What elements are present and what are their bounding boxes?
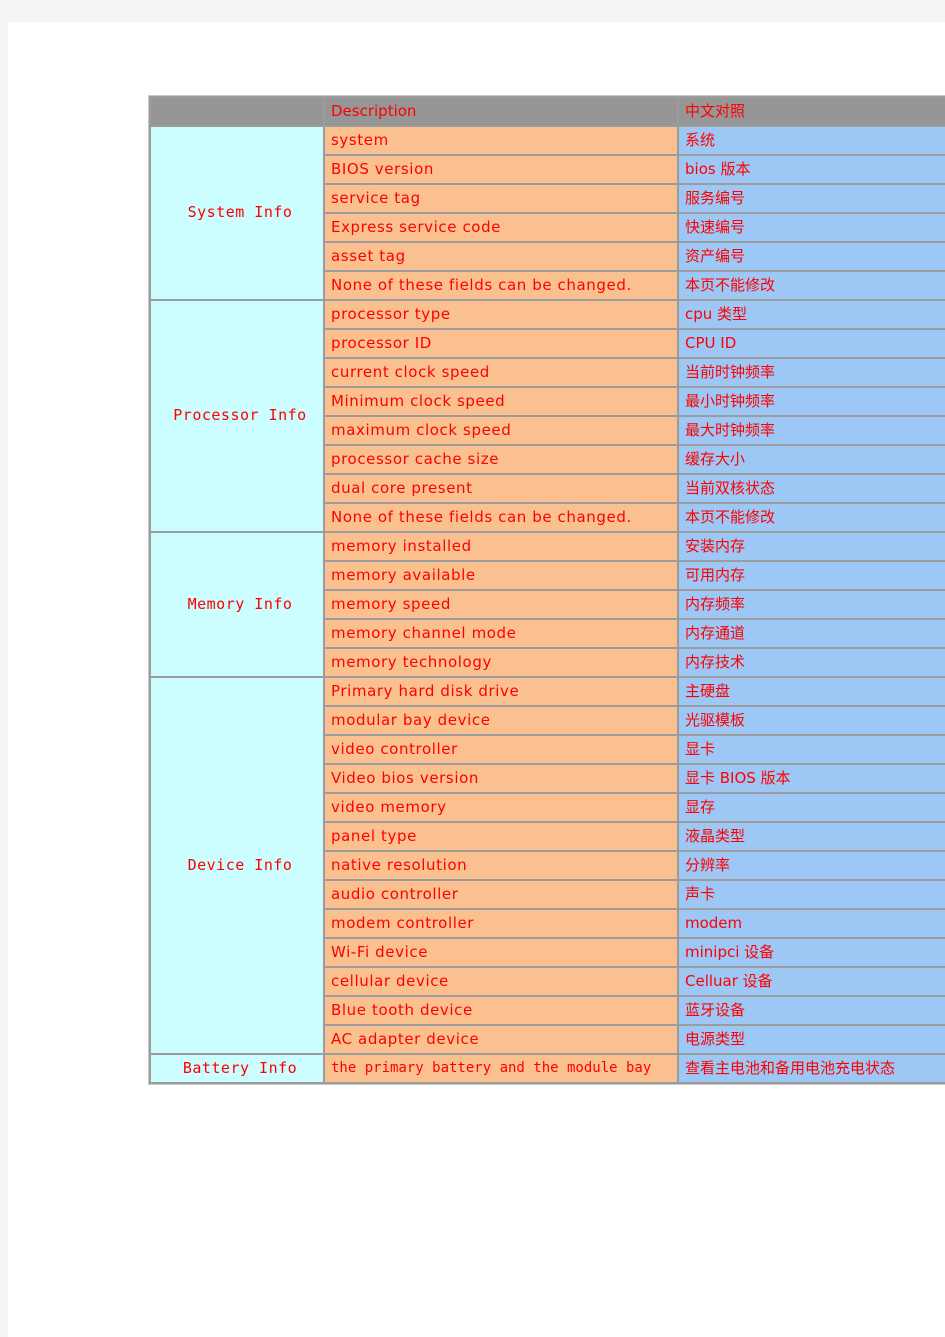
table-row: System Info system 系统 xyxy=(151,127,945,299)
table-row: Device Info Primary hard disk drive 主硬盘 xyxy=(151,678,945,1053)
chinese-cell: 安装内存 xyxy=(679,533,945,560)
description-cell: None of these fields can be changed. xyxy=(325,504,677,531)
chinese-cell: CPU ID xyxy=(679,330,945,357)
description-cell: Express service code xyxy=(325,214,677,241)
table-container: Description 中文对照 System Info system 系统 BIOS v… xyxy=(148,95,945,1085)
description-cell: maximum clock speed xyxy=(325,417,677,444)
chinese-cell: 资产编号 xyxy=(679,243,945,270)
chinese-cell: 最大时钟频率 xyxy=(679,417,945,444)
chinese-cell: 内存频率 xyxy=(679,591,945,618)
section-label-battery-info: Battery Info xyxy=(151,1055,323,1082)
chinese-cell: 显卡 xyxy=(679,736,945,763)
description-cell: memory technology xyxy=(325,649,677,676)
chinese-cell: 本页不能修改 xyxy=(679,504,945,531)
description-cell: Video bios version xyxy=(325,765,677,792)
description-cell: memory speed xyxy=(325,591,677,618)
header-cell-description: Description xyxy=(325,98,677,125)
chinese-cell: Celluar 设备 xyxy=(679,968,945,995)
description-cell: Wi-Fi device xyxy=(325,939,677,966)
description-cell: memory channel mode xyxy=(325,620,677,647)
chinese-cell: 蓝牙设备 xyxy=(679,997,945,1024)
description-cell: video memory xyxy=(325,794,677,821)
description-cell: None of these fields can be changed. xyxy=(325,272,677,299)
description-cell: processor cache size xyxy=(325,446,677,473)
chinese-cell: 显卡 BIOS 版本 xyxy=(679,765,945,792)
chinese-cell: 最小时钟频率 xyxy=(679,388,945,415)
chinese-cell: 当前时钟频率 xyxy=(679,359,945,386)
description-cell: the primary battery and the module bay xyxy=(325,1055,677,1082)
description-cell: cellular device xyxy=(325,968,677,995)
description-cell: system xyxy=(325,127,677,154)
chinese-cell: 声卡 xyxy=(679,881,945,908)
table-row: Battery Info the primary battery and the … xyxy=(151,1055,945,1082)
chinese-cell: 电源类型 xyxy=(679,1026,945,1053)
description-cell: modem controller xyxy=(325,910,677,937)
description-cell: AC adapter device xyxy=(325,1026,677,1053)
chinese-cell: bios 版本 xyxy=(679,156,945,183)
chinese-cell: 快速编号 xyxy=(679,214,945,241)
description-cell: memory installed xyxy=(325,533,677,560)
table-header-row: Description 中文对照 xyxy=(151,98,945,125)
chinese-cell: 查看主电池和备用电池充电状态 xyxy=(679,1055,945,1082)
description-cell: modular bay device xyxy=(325,707,677,734)
table-row: Memory Info memory installed 安装内存 xyxy=(151,533,945,676)
chinese-cell: 光驱模板 xyxy=(679,707,945,734)
chinese-cell: 主硬盘 xyxy=(679,678,945,705)
section-label-system-info: System Info xyxy=(151,127,323,299)
description-cell: dual core present xyxy=(325,475,677,502)
description-cell: Blue tooth device xyxy=(325,997,677,1024)
description-cell: Primary hard disk drive xyxy=(325,678,677,705)
chinese-cell: 本页不能修改 xyxy=(679,272,945,299)
section-label-processor-info: Processor Info xyxy=(151,301,323,531)
description-cell: video controller xyxy=(325,736,677,763)
description-cell: native resolution xyxy=(325,852,677,879)
chinese-cell: 缓存大小 xyxy=(679,446,945,473)
system-info-table: Description 中文对照 System Info system 系统 BIOS v… xyxy=(148,95,945,1085)
header-cell-section xyxy=(151,98,323,125)
description-cell: BIOS version xyxy=(325,156,677,183)
description-cell: processor type xyxy=(325,301,677,328)
chinese-cell: 分辨率 xyxy=(679,852,945,879)
chinese-cell: 显存 xyxy=(679,794,945,821)
chinese-cell: 可用内存 xyxy=(679,562,945,589)
section-label-memory-info: Memory Info xyxy=(151,533,323,676)
chinese-cell: minipci 设备 xyxy=(679,939,945,966)
chinese-cell: modem xyxy=(679,910,945,937)
description-cell: asset tag xyxy=(325,243,677,270)
chinese-cell: 内存通道 xyxy=(679,620,945,647)
chinese-cell: 内存技术 xyxy=(679,649,945,676)
chinese-cell: 系统 xyxy=(679,127,945,154)
description-cell: processor ID xyxy=(325,330,677,357)
description-cell: current clock speed xyxy=(325,359,677,386)
description-cell: memory available xyxy=(325,562,677,589)
section-label-device-info: Device Info xyxy=(151,678,323,1053)
chinese-cell: 当前双核状态 xyxy=(679,475,945,502)
chinese-cell: 液晶类型 xyxy=(679,823,945,850)
description-cell: service tag xyxy=(325,185,677,212)
description-cell: Minimum clock speed xyxy=(325,388,677,415)
chinese-cell: 服务编号 xyxy=(679,185,945,212)
table-row: Processor Info processor type cpu 类型 xyxy=(151,301,945,531)
description-cell: audio controller xyxy=(325,881,677,908)
chinese-cell: cpu 类型 xyxy=(679,301,945,328)
document-page: Description 中文对照 System Info system 系统 BIOS v… xyxy=(8,22,945,1337)
header-cell-chinese: 中文对照 xyxy=(679,98,945,125)
description-cell: panel type xyxy=(325,823,677,850)
